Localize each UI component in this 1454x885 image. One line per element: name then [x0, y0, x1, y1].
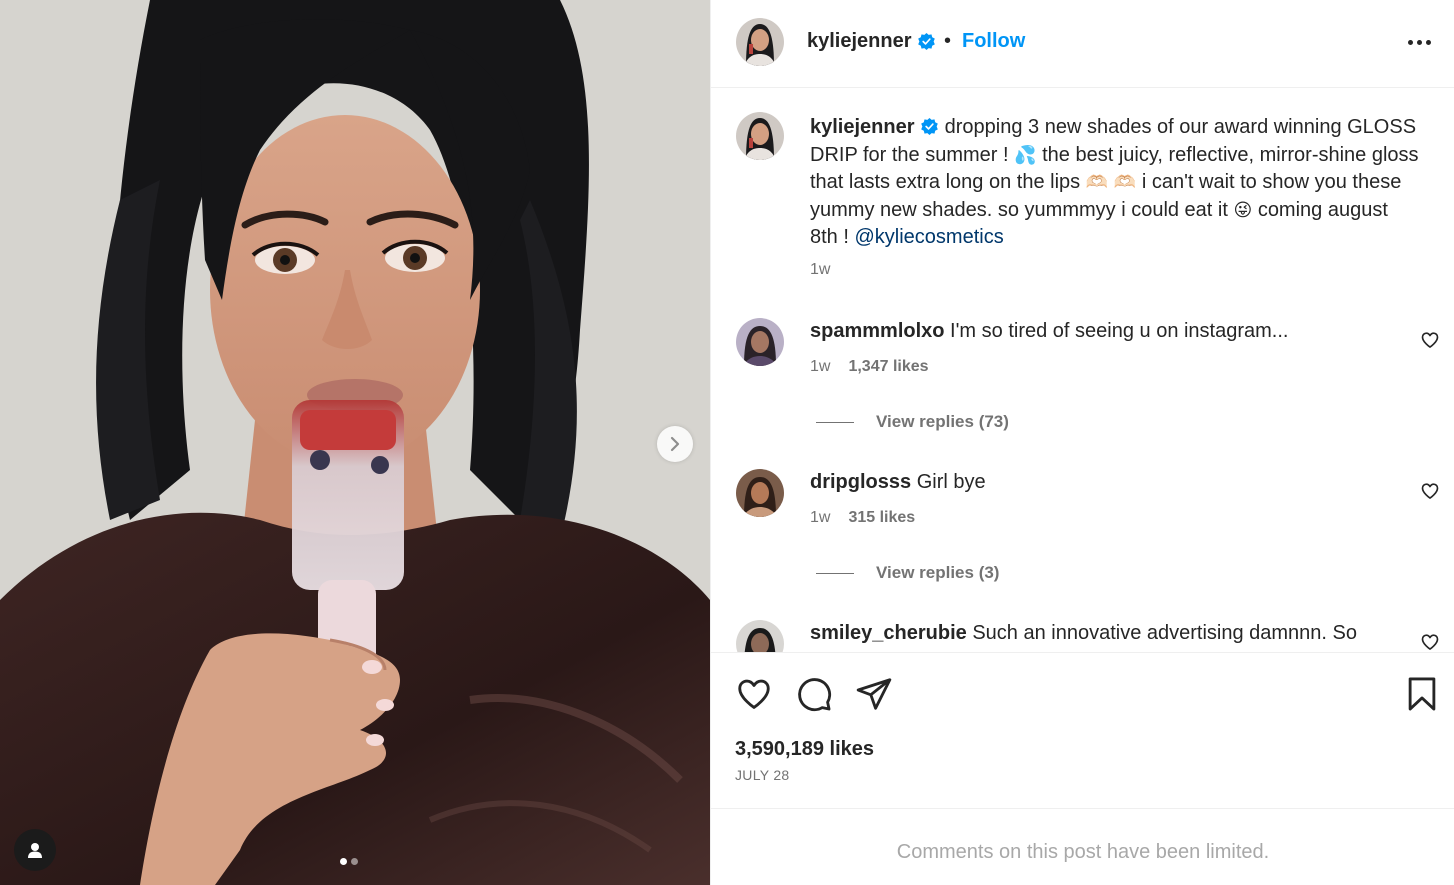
- mention-link[interactable]: @kyliecosmetics: [854, 226, 1003, 248]
- droplets-emoji: 💦: [1014, 144, 1037, 166]
- heart-icon[interactable]: [1420, 632, 1440, 652]
- caption-username[interactable]: kyliejenner: [810, 116, 915, 138]
- comment-body: Girl bye: [916, 471, 986, 493]
- post-header: kyliejenner • Follow: [711, 0, 1454, 88]
- commenter-username[interactable]: smiley_cherubie: [810, 622, 967, 644]
- chevron-right-icon: [670, 436, 680, 452]
- caption-text: kyliejenner dropping 3 new shades of our…: [810, 114, 1420, 252]
- winking-tongue-emoji: 😜: [1233, 199, 1253, 221]
- heart-hands-emoji: 🫶🏻 🫶🏻: [1085, 172, 1137, 193]
- replies-divider: [816, 572, 854, 574]
- carousel-dot-active: [340, 858, 347, 865]
- carousel-indicator: [340, 858, 358, 865]
- comment-body: I'm so tired of seeing u on instagram...: [950, 320, 1289, 342]
- comment-body: Such an innovative advertising damnnn. S…: [972, 622, 1357, 644]
- comment-time[interactable]: 1w: [810, 509, 830, 527]
- heart-icon[interactable]: [735, 675, 773, 713]
- heart-icon[interactable]: [1420, 481, 1440, 501]
- carousel-next-button[interactable]: [657, 426, 693, 462]
- commenter-avatar[interactable]: [736, 469, 784, 517]
- user-tag-icon: [28, 843, 42, 858]
- more-options-icon[interactable]: [1403, 30, 1435, 54]
- carousel-dot: [351, 858, 358, 865]
- commenter-username[interactable]: spammmlolxo: [810, 320, 944, 342]
- comment-text: smiley_cherubie Such an innovative adver…: [810, 622, 1357, 645]
- author-avatar[interactable]: [736, 18, 784, 66]
- view-replies-button[interactable]: View replies (3): [816, 563, 999, 583]
- comment-footer: Comments on this post have been limited.: [711, 808, 1454, 885]
- header-separator: •: [944, 30, 952, 52]
- comment-likes[interactable]: 1,347 likes: [848, 358, 928, 376]
- comment-text: dripglosss Girl bye: [810, 471, 986, 494]
- verified-badge-icon: [918, 32, 935, 51]
- comments-limited-notice: Comments on this post have been limited.: [896, 841, 1270, 863]
- comments-list[interactable]: kyliejenner dropping 3 new shades of our…: [711, 89, 1454, 652]
- user-tags-button[interactable]: [14, 829, 56, 871]
- post-photo[interactable]: Gloss Drip: [0, 0, 710, 885]
- comment-meta: 1w 1,347 likes: [810, 358, 929, 376]
- post-actions: 3,590,189 likes JULY 28: [711, 652, 1454, 808]
- comment-text: spammmlolxo I'm so tired of seeing u on …: [810, 320, 1288, 343]
- comment-meta: 1w 315 likes: [810, 509, 915, 527]
- commenter-avatar[interactable]: [736, 318, 784, 366]
- post-side-panel: kyliejenner • Follow kyliejenner droppin…: [710, 0, 1454, 885]
- comment-icon[interactable]: [795, 675, 833, 713]
- post-date[interactable]: JULY 28: [735, 767, 790, 783]
- comment-time[interactable]: 1w: [810, 358, 830, 376]
- caption-avatar[interactable]: [736, 112, 784, 160]
- bookmark-icon[interactable]: [1403, 675, 1441, 713]
- caption-time[interactable]: 1w: [810, 261, 830, 279]
- view-replies-label: View replies (73): [876, 412, 1009, 431]
- verified-badge-icon: [921, 117, 938, 136]
- commenter-username[interactable]: dripglosss: [810, 471, 911, 493]
- commenter-avatar[interactable]: [736, 620, 784, 652]
- replies-divider: [816, 421, 854, 423]
- author-username[interactable]: kyliejenner: [807, 30, 912, 53]
- share-icon[interactable]: [855, 675, 893, 713]
- post-image: Gloss Drip: [0, 0, 710, 885]
- follow-button[interactable]: Follow: [962, 30, 1025, 53]
- view-replies-label: View replies (3): [876, 563, 1000, 582]
- likes-count[interactable]: 3,590,189 likes: [735, 738, 874, 761]
- view-replies-button[interactable]: View replies (73): [816, 412, 1009, 432]
- heart-icon[interactable]: [1420, 330, 1440, 350]
- comment-likes[interactable]: 315 likes: [848, 509, 915, 527]
